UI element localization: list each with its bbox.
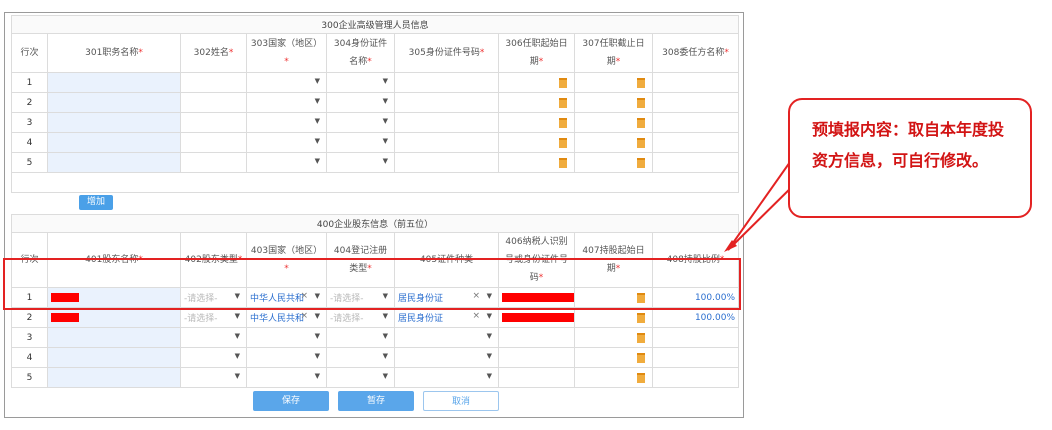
prefill-callout: 预填报内容：取自本年度投资方信息，可自行修改。 [788,98,1032,218]
